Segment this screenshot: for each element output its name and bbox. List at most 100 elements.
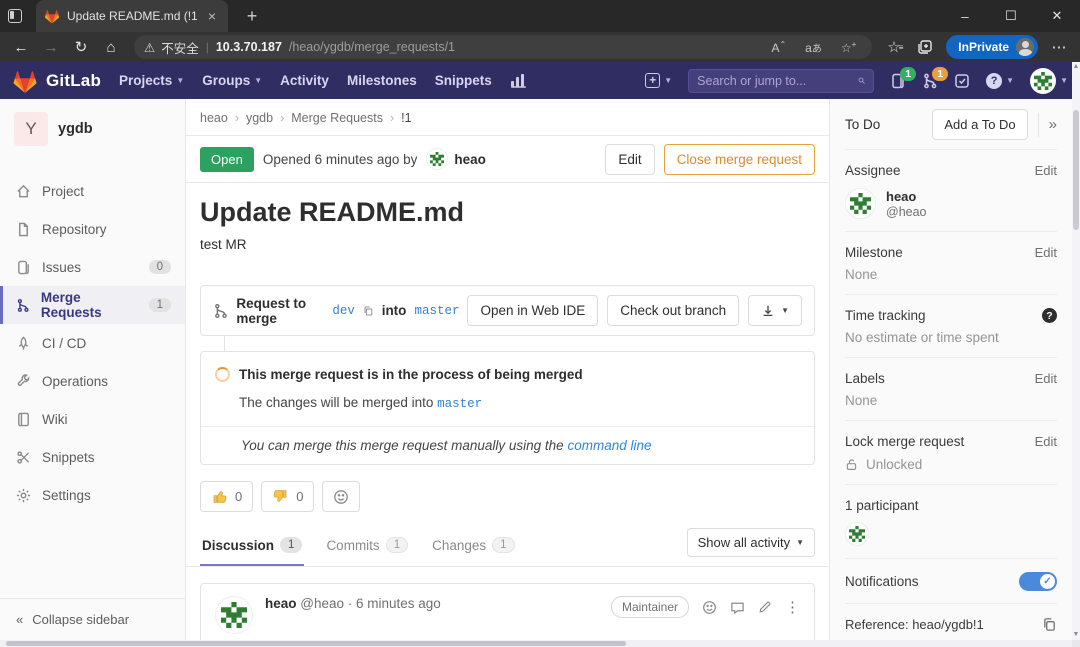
navbar-issues-button[interactable]: 1 (890, 73, 906, 89)
navbar-todos-button[interactable] (954, 73, 970, 89)
favorite-star-icon[interactable]: ☆+ (835, 40, 862, 55)
assignee-edit-button[interactable]: Edit (1035, 163, 1057, 178)
todo-check-icon (954, 73, 970, 89)
tab-commits[interactable]: Commits 1 (324, 524, 410, 566)
browser-menu-icon[interactable]: ⋯ (1046, 35, 1072, 59)
scroll-up-arrow[interactable]: ▲ (1072, 62, 1080, 72)
read-aloud-icon[interactable]: A⌃ (765, 40, 792, 55)
copy-reference-icon[interactable] (1042, 617, 1057, 632)
tab-changes[interactable]: Changes 1 (430, 524, 516, 566)
translate-icon[interactable]: aあ (799, 40, 828, 55)
nav-snippets[interactable]: Snippets (435, 73, 492, 88)
project-name: ygdb (58, 121, 93, 137)
sidebar-item-cicd[interactable]: CI / CD (0, 324, 185, 362)
download-dropdown-button[interactable]: ▼ (748, 295, 802, 326)
home-button[interactable]: ⌂ (98, 35, 124, 59)
collections-icon[interactable] (912, 35, 938, 59)
browser-tab[interactable]: Update README.md (!1) · Merge × (36, 0, 228, 32)
reply-comment-icon[interactable] (730, 600, 745, 615)
add-todo-button[interactable]: Add a To Do (932, 109, 1027, 140)
target-branch-link[interactable]: master (414, 304, 459, 318)
copy-branch-icon[interactable] (363, 304, 374, 318)
new-menu-button[interactable]: +▼ (645, 73, 672, 88)
close-merge-request-button[interactable]: Close merge request (664, 144, 815, 175)
changes-count-badge: 1 (492, 537, 514, 553)
sidebar-item-operations[interactable]: Operations (0, 362, 185, 400)
tab-actions-menu-icon[interactable] (0, 0, 30, 32)
sidebar-item-settings[interactable]: Settings (0, 476, 185, 514)
open-web-ide-button[interactable]: Open in Web IDE (467, 295, 598, 326)
favorites-bar-icon[interactable]: ☆≡ (882, 35, 908, 59)
nav-projects[interactable]: Projects▼ (119, 73, 184, 88)
vertical-scroll-thumb[interactable] (1073, 110, 1079, 230)
vertical-scrollbar[interactable]: ▲ ▼ (1072, 62, 1080, 640)
project-header[interactable]: Y ygdb (0, 99, 185, 158)
sidebar-item-issues[interactable]: Issues 0 (0, 248, 185, 286)
thumbs-down-button[interactable]: 0 (261, 481, 314, 512)
gitlab-brand[interactable]: GitLab (12, 68, 101, 94)
milestone-section: Milestone Edit None (845, 231, 1057, 294)
edit-button[interactable]: Edit (605, 144, 654, 175)
checkout-branch-button[interactable]: Check out branch (607, 295, 739, 326)
horizontal-scrollbar[interactable] (0, 640, 1072, 647)
labels-section: Labels Edit None (845, 357, 1057, 420)
sidebar-item-repository[interactable]: Repository (0, 210, 185, 248)
notifications-toggle[interactable]: ✓ (1019, 572, 1057, 591)
edit-comment-icon[interactable] (758, 600, 772, 614)
activity-filter-dropdown[interactable]: Show all activity ▼ (687, 528, 815, 557)
address-bar[interactable]: ⚠ 不安全 | 10.3.70.187/heao/ygdb/merge_requ… (134, 35, 872, 59)
lock-edit-button[interactable]: Edit (1035, 434, 1057, 449)
breadcrumb-section[interactable]: Merge Requests (291, 111, 383, 125)
merge-icon (213, 301, 228, 321)
nav-activity[interactable]: Activity (280, 73, 329, 88)
breadcrumb-group[interactable]: heao (200, 111, 228, 125)
assignee-avatar (845, 188, 876, 219)
source-branch-link[interactable]: dev (332, 304, 355, 318)
comment-author-name[interactable]: heao (265, 596, 297, 611)
thumbs-up-button[interactable]: 0 (200, 481, 253, 512)
assignee-user[interactable]: heao @heao (845, 188, 1057, 219)
tab-title: Update README.md (!1) · Merge (67, 9, 197, 23)
breadcrumb-project[interactable]: ygdb (246, 111, 273, 125)
forward-button[interactable]: → (38, 35, 64, 59)
sidebar-item-snippets[interactable]: Snippets (0, 438, 185, 476)
command-line-link[interactable]: command line (567, 438, 651, 453)
sidebar-item-merge-requests[interactable]: Merge Requests 1 (0, 286, 185, 324)
collapse-sidebar-button[interactable]: « Collapse sidebar (0, 598, 185, 640)
user-menu-button[interactable]: ▼ (1030, 68, 1068, 94)
back-button[interactable]: ← (8, 35, 34, 59)
participants-label: 1 participant (845, 498, 1057, 513)
tab-discussion[interactable]: Discussion 1 (200, 524, 304, 566)
nav-chart-icon[interactable] (510, 73, 527, 88)
nav-groups[interactable]: Groups▼ (202, 73, 262, 88)
window-close-button[interactable]: ✕ (1034, 0, 1080, 32)
refresh-button[interactable]: ↻ (68, 35, 94, 59)
global-search[interactable] (688, 69, 874, 93)
assignee-section: Assignee Edit heao @heao (845, 149, 1057, 231)
window-maximize-button[interactable]: ☐ (988, 0, 1034, 32)
participant-avatar[interactable] (845, 522, 869, 546)
add-emoji-button[interactable] (322, 481, 360, 512)
add-reaction-icon[interactable] (702, 600, 717, 615)
help-menu-button[interactable]: ?▼ (986, 73, 1014, 89)
tab-close-icon[interactable]: × (204, 8, 220, 24)
more-actions-icon[interactable]: ⋮ (785, 598, 800, 616)
labels-edit-button[interactable]: Edit (1035, 371, 1057, 386)
time-tracking-help-icon[interactable]: ? (1042, 308, 1057, 323)
inprivate-badge[interactable]: InPrivate (946, 35, 1038, 59)
not-secure-warning[interactable]: ⚠ 不安全 (144, 38, 199, 57)
target-branch-link[interactable]: master (437, 397, 482, 411)
horizontal-scroll-thumb[interactable] (6, 641, 626, 646)
new-tab-button[interactable]: + (240, 6, 264, 27)
scroll-down-arrow[interactable]: ▼ (1072, 630, 1080, 640)
author-chip[interactable]: heao (426, 148, 486, 170)
search-input[interactable] (697, 74, 858, 88)
navbar-merge-requests-button[interactable]: 1 (922, 73, 938, 89)
nav-milestones[interactable]: Milestones (347, 73, 417, 88)
window-minimize-button[interactable]: – (942, 0, 988, 32)
sidebar-item-wiki[interactable]: Wiki (0, 400, 185, 438)
milestone-edit-button[interactable]: Edit (1035, 245, 1057, 260)
sidebar-item-project[interactable]: Project (0, 172, 185, 210)
commits-count-badge: 1 (386, 537, 408, 553)
collapse-right-sidebar-icon[interactable]: » (1038, 113, 1057, 137)
